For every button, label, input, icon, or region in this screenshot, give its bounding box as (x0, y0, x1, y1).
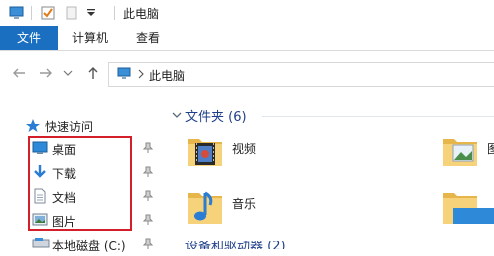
group-title: 文件夹 (6) (185, 110, 247, 125)
nav-item-local-disk[interactable]: 本地磁盘 (C:) (0, 232, 160, 256)
pin-icon[interactable] (143, 190, 153, 202)
picture-folder-icon (443, 139, 477, 166)
pin-icon[interactable] (143, 238, 153, 250)
desktop-folder-icon (443, 193, 494, 224)
title-separator (114, 6, 115, 20)
folder-label: 图 (487, 142, 494, 156)
nav-quick-access[interactable]: 快速访问 (0, 113, 160, 137)
toolbar-separator (31, 6, 32, 20)
nav-label: 快速访问 (45, 120, 94, 134)
tab-view[interactable]: 查看 (126, 26, 170, 50)
address-row: 此电脑 (0, 51, 494, 95)
customize-toolbar-icon[interactable] (86, 6, 96, 18)
music-folder-icon (188, 191, 222, 224)
folder-desktop[interactable] (440, 183, 494, 227)
computer-icon (117, 67, 131, 79)
recent-locations-icon[interactable] (62, 68, 78, 84)
folder-pictures[interactable]: 图 (440, 131, 494, 175)
properties-icon[interactable] (40, 5, 56, 21)
back-arrow-icon[interactable] (11, 65, 27, 81)
folder-label: 视频 (232, 142, 257, 156)
highlight-box (28, 136, 132, 231)
pin-icon[interactable] (143, 142, 153, 154)
collapse-chevron-icon[interactable] (172, 110, 182, 120)
window-title: 此电脑 (123, 7, 160, 21)
folder-music[interactable]: 音乐 (185, 183, 265, 227)
drive-icon (32, 238, 50, 248)
group-divider (262, 116, 494, 117)
folder-videos[interactable]: 视频 (185, 131, 265, 175)
group-title: 设备和驱动器 (2) (185, 241, 286, 249)
video-folder-icon (188, 139, 222, 166)
breadcrumb-chevron-icon[interactable] (137, 69, 145, 79)
title-bar: 此电脑 (0, 0, 494, 26)
address-bar[interactable]: 此电脑 (108, 62, 494, 87)
pin-icon[interactable] (143, 166, 153, 178)
forward-arrow-icon[interactable] (38, 65, 54, 81)
group-header-devices[interactable]: 设备和驱动器 (2) (172, 241, 372, 249)
up-arrow-icon[interactable] (85, 65, 101, 81)
tab-computer[interactable]: 计算机 (64, 26, 116, 50)
folder-label: 音乐 (232, 197, 257, 211)
tab-file[interactable]: 文件 (0, 26, 58, 50)
star-icon (26, 119, 40, 132)
new-folder-icon[interactable] (64, 5, 78, 21)
nav-label: 本地磁盘 (C:) (52, 239, 126, 253)
ribbon-tabs: 文件 计算机 查看 (0, 26, 494, 51)
pin-icon[interactable] (143, 214, 153, 226)
breadcrumb-this-pc[interactable]: 此电脑 (149, 67, 185, 84)
computer-icon[interactable] (8, 5, 26, 21)
